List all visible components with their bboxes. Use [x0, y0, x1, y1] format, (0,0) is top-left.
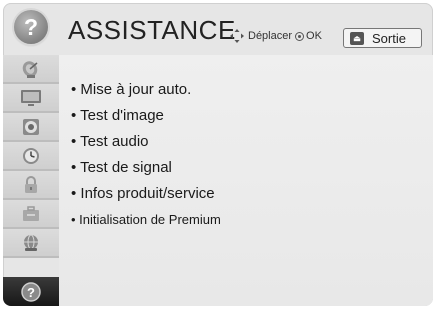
clock-icon [23, 147, 39, 164]
ok-hint-label: OK [306, 30, 322, 42]
sidebar-item-support[interactable]: ? [3, 277, 59, 306]
exit-button[interactable]: ⏏ Sortie [343, 28, 422, 48]
sidebar-item-lock[interactable] [3, 171, 59, 200]
svg-text:?: ? [27, 285, 35, 300]
exit-button-label: Sortie [372, 30, 406, 46]
tv-screen-icon [21, 89, 41, 106]
navigation-arrows-icon [230, 29, 244, 43]
ok-button-icon [295, 31, 305, 41]
sidebar-item-network[interactable] [3, 229, 59, 258]
help-icon: ? [21, 282, 41, 302]
toolbox-icon [23, 205, 39, 221]
sidebar: ? [3, 55, 59, 306]
speaker-icon [23, 118, 39, 135]
menu-item-picture-test[interactable]: • Test d'image [71, 103, 221, 129]
navigation-hint: Déplacer OK [229, 28, 322, 44]
network-globe-icon [24, 234, 38, 251]
assistance-screen: ? ASSISTANCE Déplacer OK ⏏ Sortie ? • Mi… [3, 3, 433, 306]
menu-item-signal-test[interactable]: • Test de signal [71, 155, 221, 181]
help-icon: ? [14, 10, 48, 44]
sidebar-item-picture[interactable] [3, 84, 59, 113]
menu-item-audio-test[interactable]: • Test audio [71, 129, 221, 155]
page-title: ASSISTANCE [68, 15, 236, 45]
sidebar-item-audio[interactable] [3, 113, 59, 142]
menu-item-auto-update[interactable]: • Mise à jour auto. [71, 77, 221, 103]
sidebar-item-options[interactable] [3, 200, 59, 229]
support-menu: • Mise à jour auto. • Test d'image • Tes… [71, 77, 221, 233]
menu-item-premium-reset[interactable]: • Initialisation de Premium [71, 207, 221, 233]
exit-key-icon: ⏏ [350, 31, 364, 45]
satellite-dish-icon [22, 60, 38, 78]
header: ? ASSISTANCE Déplacer OK ⏏ Sortie [3, 3, 433, 55]
sidebar-item-time[interactable] [3, 142, 59, 171]
main-panel: • Mise à jour auto. • Test d'image • Tes… [59, 55, 433, 306]
menu-item-product-info[interactable]: • Infos produit/service [71, 181, 221, 207]
sidebar-item-channels[interactable] [3, 55, 59, 84]
move-hint-label: Déplacer [248, 30, 293, 42]
lock-icon [25, 175, 37, 193]
